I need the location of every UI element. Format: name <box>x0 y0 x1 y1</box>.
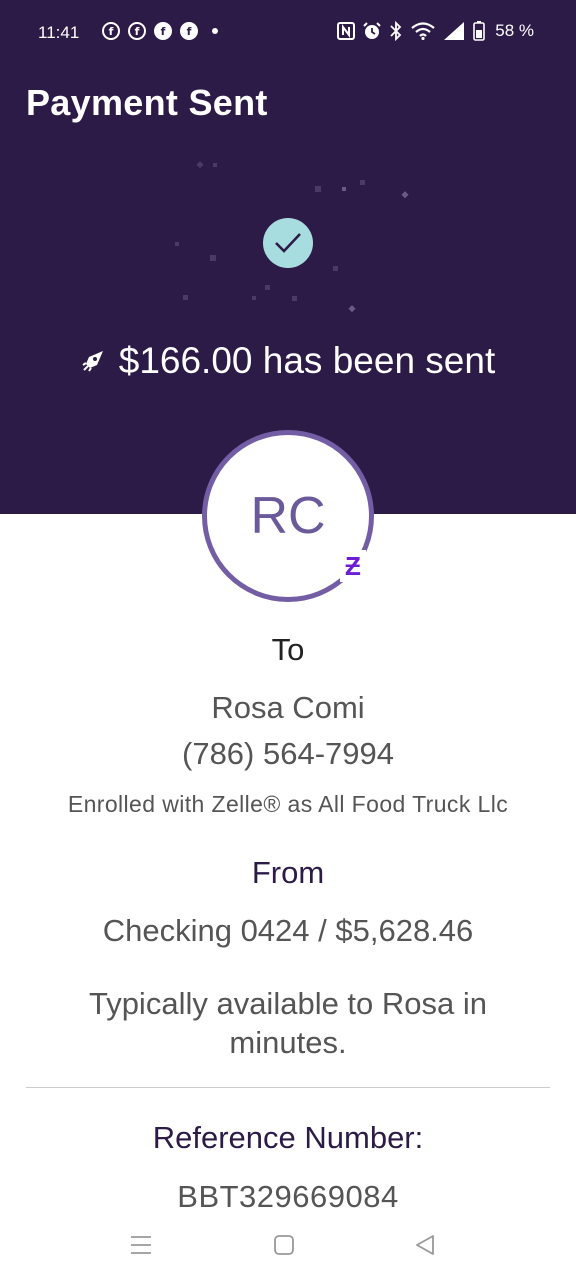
system-icons: 58 % <box>337 21 534 41</box>
menu-icon[interactable] <box>130 1234 152 1256</box>
status-bar: 11:41 f f f f 58 % <box>0 0 576 66</box>
enrolled-text: Enrolled with Zelle® as All Food Truck L… <box>67 791 509 817</box>
dot-icon <box>212 28 218 34</box>
sent-amount-text: $166.00 has been sent <box>118 340 496 381</box>
bluetooth-icon <box>390 21 402 41</box>
system-nav-bar <box>0 1216 576 1280</box>
nfc-icon <box>337 22 356 40</box>
home-icon[interactable] <box>273 1234 295 1256</box>
facebook-outline-icon: f <box>102 22 120 40</box>
battery-icon <box>473 21 486 41</box>
reference-label: Reference Number: <box>152 1120 424 1155</box>
battery-percent: 58 % <box>495 21 534 40</box>
facebook-outline-icon: f <box>128 22 146 40</box>
alarm-icon <box>363 22 381 39</box>
back-icon[interactable] <box>414 1234 436 1256</box>
source-account: Checking 0424 / $5,628.46 <box>102 913 474 948</box>
recipient-phone: (786) 564-7994 <box>182 736 394 771</box>
wifi-icon <box>411 22 435 40</box>
reference-number: BBT329669084 <box>177 1179 399 1214</box>
to-label: To <box>271 632 305 667</box>
signal-icon <box>444 22 465 40</box>
facebook-icon: f <box>154 22 172 40</box>
recipient-name: Rosa Comi <box>211 690 365 725</box>
avatar-initials: RC <box>250 487 326 545</box>
checkmark-icon <box>263 218 313 268</box>
zelle-icon: Ƶ <box>340 550 366 582</box>
status-time: 11:41 <box>38 23 80 42</box>
from-label: From <box>251 855 325 890</box>
rocket-icon <box>82 351 103 372</box>
notification-icons: f f f f <box>102 22 218 40</box>
sent-message: $166.00 has been sent <box>0 340 576 382</box>
page-title: Payment Sent <box>26 82 268 123</box>
availability-text: Typically available to Rosa in minutes. <box>88 986 488 1060</box>
facebook-icon: f <box>180 22 198 40</box>
divider <box>26 1087 550 1088</box>
